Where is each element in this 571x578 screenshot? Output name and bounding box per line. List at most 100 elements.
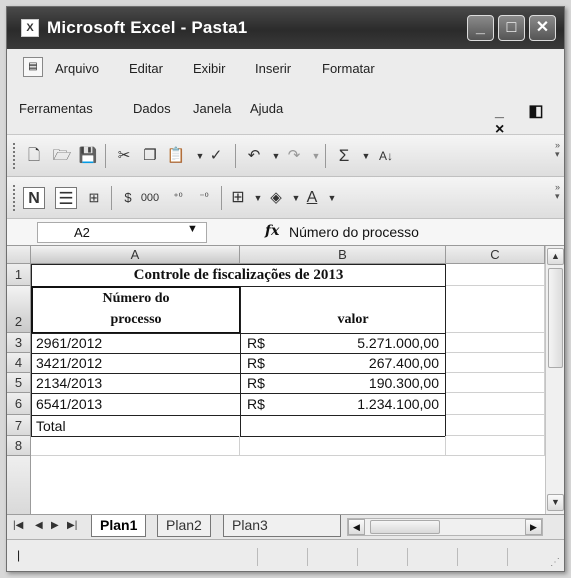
menu-janela[interactable]: Janela [193, 101, 231, 116]
cell-a8[interactable] [31, 436, 240, 456]
chevron-down-icon[interactable]: ▼ [187, 223, 198, 235]
borders-icon[interactable]: ⊞ [227, 187, 249, 209]
paste-icon[interactable]: 📋 [165, 145, 187, 167]
row-header[interactable]: 6 [7, 393, 31, 415]
cell-c6[interactable] [446, 393, 545, 415]
row-header[interactable]: 4 [7, 353, 31, 373]
increase-decimal-icon[interactable]: ⁺⁰ [167, 187, 189, 209]
menu-arquivo[interactable]: Arquivo [55, 61, 99, 76]
tab-plan3[interactable]: Plan3 [223, 515, 341, 537]
cell-c7[interactable] [446, 415, 545, 436]
cell-valor[interactable]: R$ 267.400,00 [240, 353, 446, 374]
cell-a2-selected[interactable]: Número do processo [31, 286, 241, 334]
toolbar-grip[interactable] [13, 185, 17, 211]
last-sheet-icon[interactable]: ▶| [67, 520, 77, 531]
cell-c1[interactable] [446, 264, 545, 286]
cell-processo[interactable]: 2961/2012 [31, 333, 241, 354]
cell-processo[interactable]: 2134/2013 [31, 373, 241, 394]
row-header[interactable]: 7 [7, 415, 31, 436]
row-header[interactable]: 5 [7, 373, 31, 393]
currency-icon[interactable]: $ [117, 187, 139, 209]
fx-icon[interactable]: fx [265, 223, 279, 239]
scroll-thumb[interactable] [370, 520, 440, 534]
autosum-icon[interactable]: Σ [333, 145, 355, 167]
menu-ajuda[interactable]: Ajuda [250, 101, 283, 116]
thousands-icon[interactable]: 000 [139, 187, 161, 209]
font-color-icon[interactable]: A [301, 187, 323, 209]
select-all-corner[interactable] [7, 246, 31, 264]
toolbar-overflow-icon[interactable]: » ▾ [555, 141, 560, 159]
undo-icon[interactable]: ↶ [243, 145, 265, 167]
cell-valor[interactable]: R$ 190.300,00 [240, 373, 446, 394]
maximize-button[interactable]: □ [498, 15, 525, 41]
horizontal-scrollbar[interactable]: ◀ ▶ [347, 518, 543, 536]
column-header-b[interactable]: B [240, 246, 446, 264]
open-folder-icon[interactable]: 🗁 [51, 145, 73, 167]
menu-exibir[interactable]: Exibir [193, 61, 226, 76]
cell-b8[interactable] [240, 436, 446, 456]
bold-icon[interactable]: N [23, 187, 45, 209]
scroll-left-icon[interactable]: ◀ [348, 519, 365, 535]
column-header-a[interactable]: A [31, 246, 240, 264]
merge-center-icon[interactable]: ⊞ [83, 187, 105, 209]
redo-icon[interactable]: ↷ [283, 145, 305, 167]
scroll-down-icon[interactable]: ▼ [547, 494, 564, 511]
cell-valor[interactable]: R$ 5.271.000,00 [240, 333, 446, 354]
cell-processo[interactable]: 3421/2012 [31, 353, 241, 374]
next-sheet-icon[interactable]: ▶ [51, 520, 59, 531]
sort-ascending-icon[interactable]: A↓ [375, 145, 397, 167]
align-center-icon[interactable]: ☰ [55, 187, 77, 209]
fill-color-icon[interactable]: ◈ [265, 187, 287, 209]
close-button[interactable]: ✕ [529, 15, 556, 41]
header-valor-cell[interactable]: valor [240, 286, 446, 334]
first-sheet-icon[interactable]: |◀ [13, 520, 23, 531]
scroll-right-icon[interactable]: ▶ [525, 519, 542, 535]
title-bar[interactable]: X Microsoft Excel - Pasta1 _ □ ✕ [7, 7, 564, 49]
prev-sheet-icon[interactable]: ◀ [35, 520, 43, 531]
total-label-cell[interactable]: Total [31, 415, 241, 437]
menu-inserir[interactable]: Inserir [255, 61, 291, 76]
cell-c3[interactable] [446, 333, 545, 353]
mdi-controls[interactable]: _ ◧ × [495, 101, 564, 139]
cell-c5[interactable] [446, 373, 545, 393]
sheet-title-cell[interactable]: Controle de fiscalizações de 2013 [31, 264, 446, 287]
row-header[interactable]: 1 [7, 264, 31, 286]
row-header[interactable]: 3 [7, 333, 31, 353]
vertical-scrollbar[interactable]: ▲ ▼ [545, 246, 564, 514]
copy-icon[interactable]: ❐ [139, 145, 161, 167]
decrease-decimal-icon[interactable]: ⁻⁰ [193, 187, 215, 209]
new-file-icon[interactable]: 🗋 [23, 145, 45, 167]
row-header[interactable]: 8 [7, 436, 31, 456]
chevron-down-icon[interactable]: ▼ [305, 145, 327, 167]
menu-formatar[interactable]: Formatar [322, 61, 375, 76]
cell-valor[interactable]: R$ 1.234.100,00 [240, 393, 446, 416]
toolbar-separator [235, 144, 236, 168]
cell-c4[interactable] [446, 353, 545, 373]
document-icon[interactable]: ▤ [23, 57, 43, 77]
menu-ferramentas[interactable]: Ferramentas [19, 101, 93, 116]
menu-dados[interactable]: Dados [133, 101, 171, 116]
chevron-down-icon[interactable]: ▼ [321, 187, 343, 209]
scroll-up-icon[interactable]: ▲ [547, 248, 564, 265]
cell-c8[interactable] [446, 436, 545, 456]
cut-icon[interactable]: ✂ [113, 145, 135, 167]
save-icon[interactable]: 💾 [77, 145, 99, 167]
row-header[interactable]: 2 [7, 286, 31, 333]
tab-plan2[interactable]: Plan2 [157, 515, 211, 537]
tab-plan1[interactable]: Plan1 [91, 515, 147, 537]
cell-processo[interactable]: 6541/2013 [31, 393, 241, 416]
scroll-thumb[interactable] [548, 268, 563, 368]
column-header-c[interactable]: C [446, 246, 545, 264]
toolbar-grip[interactable] [13, 143, 17, 169]
resize-grip-icon[interactable]: ⋰ [550, 557, 560, 568]
menu-editar[interactable]: Editar [129, 61, 163, 76]
total-value-cell[interactable] [240, 415, 446, 437]
excel-app-icon[interactable]: X [21, 19, 39, 37]
chevron-down-icon[interactable]: ▼ [355, 145, 377, 167]
name-box[interactable]: A2 [37, 222, 207, 243]
cell-c2[interactable] [446, 286, 545, 333]
formula-content[interactable]: Número do processo [289, 224, 419, 240]
minimize-button[interactable]: _ [467, 15, 494, 41]
toolbar-overflow-icon[interactable]: » ▾ [555, 183, 560, 201]
format-painter-icon[interactable]: ✓ [205, 145, 227, 167]
